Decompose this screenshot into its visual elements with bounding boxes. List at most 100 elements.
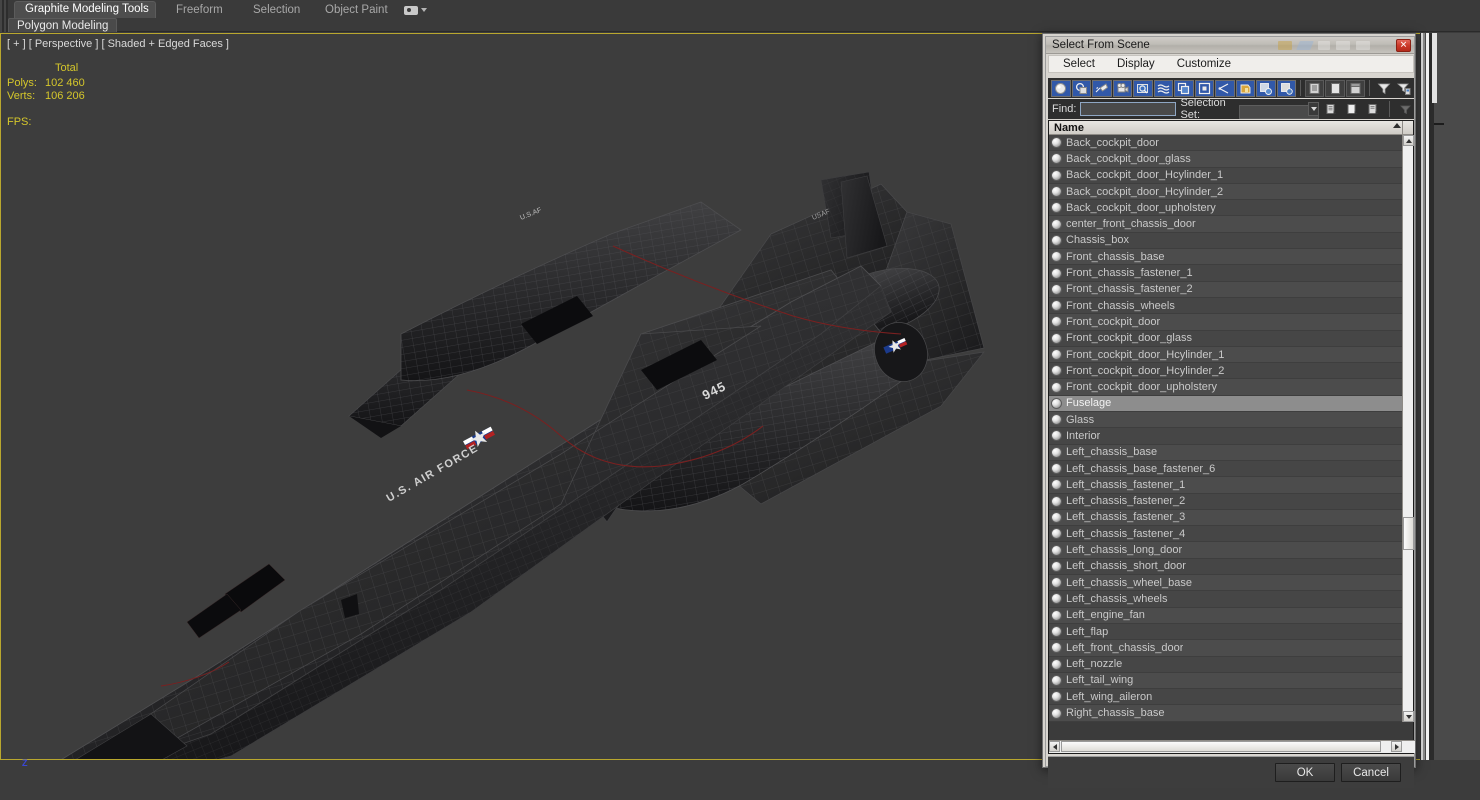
funnel-filter-icon[interactable] [1374,79,1394,97]
list-item-label: Back_cockpit_door [1066,136,1159,149]
frozen-objects-filter-icon[interactable] [1256,79,1276,97]
list-item[interactable]: Left_wing_aileron [1049,689,1404,706]
close-icon[interactable]: ✕ [1396,39,1411,52]
list-item-label: Front_cockpit_door_glass [1066,332,1192,345]
list-item[interactable]: Left_chassis_fastener_3 [1049,509,1404,527]
shapes-filter-icon[interactable] [1071,79,1091,97]
camera-dropdown-icon[interactable] [404,3,438,17]
list-item[interactable]: Back_cockpit_door_glass [1049,151,1404,168]
edit-selection-set-icon[interactable] [1365,100,1383,118]
list-item[interactable]: Left_engine_fan [1049,607,1404,624]
list-item[interactable]: Front_chassis_fastener_1 [1049,265,1404,282]
viewport-label[interactable]: [ + ] [ Perspective ] [ Shaded + Edged F… [7,38,229,50]
menu-customize[interactable]: Customize [1177,58,1231,70]
list-item[interactable]: Left_nozzle [1049,656,1404,673]
list-item[interactable]: Front_chassis_base [1049,249,1404,266]
expand-all-icon[interactable] [1325,79,1345,97]
list-item[interactable]: Back_cockpit_door_Hcylinder_1 [1049,167,1404,184]
lights-filter-icon[interactable] [1092,79,1112,97]
dialog-titlebar[interactable]: Select From Scene ✕ [1046,37,1414,54]
ok-button[interactable]: OK [1275,763,1335,782]
vertical-scroll-thumb[interactable] [1403,517,1414,550]
collapse-all-icon[interactable] [1345,79,1366,97]
menu-select[interactable]: Select [1063,58,1095,70]
list-item[interactable]: Left_chassis_base [1049,444,1404,461]
chevron-down-icon[interactable] [1308,102,1320,116]
ribbon-tab-freeform[interactable]: Freeform [166,2,233,18]
scroll-right-icon[interactable] [1391,741,1402,752]
list-vertical-scrollbar[interactable] [1402,135,1414,722]
list-item[interactable]: Front_cockpit_door_Hcylinder_2 [1049,363,1404,380]
list-item[interactable]: Front_chassis_fastener_2 [1049,281,1404,298]
list-item[interactable]: Front_chassis_wheels [1049,297,1404,315]
cameras-filter-icon[interactable] [1112,79,1132,97]
list-item-label: Left_wing_aileron [1066,690,1153,703]
list-item[interactable]: Back_cockpit_door_upholstery [1049,200,1404,217]
selection-filter-icon[interactable] [1397,100,1414,118]
list-item[interactable]: Front_cockpit_door_Hcylinder_1 [1049,346,1404,364]
scroll-down-icon[interactable] [1403,711,1414,722]
ribbon-tab-graphite-modeling-tools[interactable]: Graphite Modeling Tools [14,1,156,18]
selection-set-input[interactable] [1239,105,1320,119]
sphere-object-icon [1051,186,1062,198]
list-horizontal-scrollbar[interactable] [1049,740,1415,753]
remove-selection-set-icon[interactable] [1344,100,1362,118]
list-item[interactable]: Glass [1049,412,1404,429]
command-panel-scroll-thumb[interactable] [1432,33,1437,103]
space-warps-filter-icon[interactable] [1153,79,1173,97]
list-item[interactable]: Left_flap [1049,623,1404,641]
list-item[interactable]: center_front_chassis_door [1049,216,1404,233]
ribbon-tab-selection[interactable]: Selection [243,2,310,18]
xrefs-filter-icon[interactable] [1194,79,1214,97]
groups-filter-icon[interactable] [1174,79,1194,97]
sort-ascending-icon[interactable] [1393,123,1401,128]
selection-set-combobox[interactable] [1239,102,1320,119]
dialog-find-toolbar: Find: Selection Set: [1048,97,1414,121]
list-item-label: Front_chassis_fastener_1 [1066,267,1193,280]
ribbon-subtab-polygon-modeling[interactable]: Polygon Modeling [8,18,118,32]
dialog-inner: Select From Scene ✕ Select Display Custo… [1045,36,1415,788]
advanced-filter-icon[interactable] [1394,79,1415,97]
list-item[interactable]: Back_cockpit_door [1049,135,1404,152]
search-input[interactable] [1080,102,1177,116]
list-item[interactable]: Left_chassis_fastener_2 [1049,493,1404,510]
command-panel-tick [1434,123,1444,125]
list-item[interactable]: Left_chassis_wheel_base [1049,575,1404,592]
sphere-object-icon [1051,218,1062,230]
list-item[interactable]: Right_chassis_base [1049,705,1404,722]
ribbon-tab-object-paint[interactable]: Object Paint [315,2,398,18]
list-item-label: Front_cockpit_door_upholstery [1066,381,1218,394]
scroll-up-icon[interactable] [1403,135,1414,146]
cancel-button[interactable]: Cancel [1341,763,1401,782]
list-item[interactable]: Interior [1049,428,1404,445]
list-item[interactable]: Fuselage [1049,395,1404,413]
horizontal-scroll-thumb[interactable] [1061,741,1381,752]
list-item[interactable]: Front_cockpit_door_glass [1049,330,1404,347]
geometry-filter-icon[interactable] [1051,79,1071,97]
list-item[interactable]: Left_chassis_short_door [1049,558,1404,576]
command-panel-scrollbar[interactable] [1426,33,1437,760]
list-item[interactable]: Chassis_box [1049,232,1404,250]
bone-objects-filter-icon[interactable] [1215,79,1235,97]
list-item[interactable]: Front_cockpit_door [1049,314,1404,331]
list-item[interactable]: Back_cockpit_door_Hcylinder_2 [1049,183,1404,201]
list-item[interactable]: Front_cockpit_door_upholstery [1049,379,1404,396]
list-item[interactable]: Left_chassis_base_fastener_6 [1049,460,1404,478]
scroll-left-icon[interactable] [1049,741,1060,752]
hidden-objects-filter-icon[interactable] [1276,79,1296,97]
create-selection-set-icon[interactable] [1323,100,1341,118]
list-item[interactable]: Left_front_chassis_door [1049,640,1404,657]
list-item[interactable]: Left_tail_wing [1049,672,1404,690]
list-item[interactable]: Left_chassis_wheels [1049,591,1404,608]
menu-display[interactable]: Display [1117,58,1155,70]
list-column-header[interactable]: Name [1049,121,1413,135]
containers-filter-icon[interactable] [1235,79,1255,97]
stats-verts-label: Verts: [7,90,36,102]
display-children-icon[interactable] [1304,79,1325,97]
list-item[interactable]: Left_chassis_fastener_4 [1049,526,1404,543]
list-item[interactable]: Left_chassis_long_door [1049,542,1404,559]
list-item[interactable]: Left_chassis_fastener_1 [1049,477,1404,494]
helpers-filter-icon[interactable] [1133,79,1153,97]
sphere-object-icon [1051,446,1062,458]
list-body[interactable]: Back_cockpit_door Back_cockpit_door_glass… [1049,135,1404,722]
